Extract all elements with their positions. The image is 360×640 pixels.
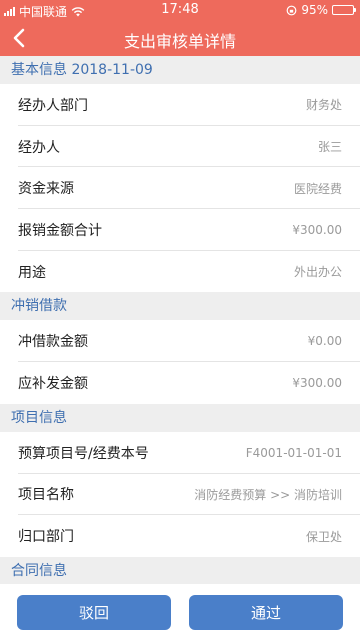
row-value: ¥0.00: [307, 334, 342, 349]
list-item: 归口部门 保卫处: [0, 515, 360, 557]
action-footer: 驳回 通过: [0, 584, 360, 640]
status-bar: 中国联通 17:48 95%: [0, 0, 360, 20]
section-basic-header: 基本信息 2018-11-09: [0, 56, 360, 84]
row-label: 预算项目号/经费本号: [18, 445, 149, 462]
row-value: ¥300.00: [292, 222, 342, 237]
row-label: 冲借款金额: [18, 334, 88, 351]
section-loan-header: 冲销借款: [0, 292, 360, 321]
status-right: 95%: [286, 3, 356, 17]
list-item: 应补发金额 ¥300.00: [0, 362, 360, 404]
section-contract-header: 合同信息: [0, 556, 360, 584]
row-label: 经办人部门: [18, 97, 88, 114]
section-project-header: 项目信息: [0, 403, 360, 432]
nav-bar: 支出审核单详情: [0, 20, 360, 56]
list-item: 预算项目号/经费本号 F4001-01-01-01: [0, 431, 360, 474]
list-item: 经办人 张三: [0, 125, 360, 168]
row-value: 保卫处: [305, 529, 342, 544]
battery-icon: [332, 5, 356, 15]
row-value: F4001-01-01-01: [245, 445, 342, 460]
list-item: 经办人部门 财务处: [0, 84, 360, 126]
row-label: 项目名称: [18, 487, 74, 504]
row-value: 医院经费: [293, 181, 342, 196]
row-label: 报销金额合计: [18, 222, 102, 239]
list-item: 用途 外出办公: [0, 250, 360, 293]
row-label: 应补发金额: [18, 375, 88, 392]
row-label: 资金来源: [18, 181, 74, 198]
row-value: 张三: [317, 140, 342, 155]
row-label: 经办人: [18, 139, 60, 156]
page-title: 支出审核单详情: [123, 32, 236, 51]
orientation-lock-icon: [286, 5, 297, 15]
approve-button[interactable]: 通过: [189, 594, 343, 630]
row-value: 财务处: [305, 98, 342, 113]
row-label: 归口部门: [18, 529, 74, 546]
list-item: 报销金额合计 ¥300.00: [0, 209, 360, 251]
battery-percent: 95%: [301, 3, 328, 17]
list-item: 冲借款金额 ¥0.00: [0, 320, 360, 363]
reject-button[interactable]: 驳回: [17, 594, 171, 630]
row-value: ¥300.00: [292, 375, 342, 390]
detail-content[interactable]: 基本信息 2018-11-09 经办人部门 财务处 经办人 张三 资金来源 医院…: [0, 56, 360, 584]
chevron-left-icon[interactable]: [6, 24, 34, 52]
list-item: 资金来源 医院经费: [0, 167, 360, 210]
row-value: 外出办公: [293, 265, 342, 280]
row-label: 用途: [18, 264, 46, 281]
list-item: 项目名称 消防经费预算 >> 消防培训: [0, 473, 360, 516]
row-value: 消防经费预算 >> 消防培训: [194, 487, 342, 502]
